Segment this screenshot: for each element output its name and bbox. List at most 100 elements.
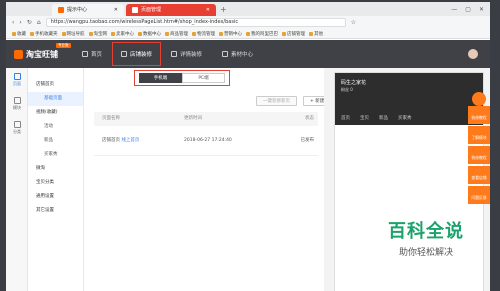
rail-item-category[interactable]: 分类 bbox=[6, 116, 28, 140]
folder-icon bbox=[111, 31, 115, 36]
bookmark-item[interactable]: 网址导航 bbox=[61, 31, 85, 37]
tab-prompt-center[interactable]: 提示中心 ✕ bbox=[52, 4, 124, 16]
status-cell: 已发布 bbox=[300, 138, 315, 143]
folder-icon bbox=[165, 31, 169, 36]
rail-label: 模块 bbox=[13, 105, 21, 110]
folder-icon bbox=[309, 31, 313, 36]
bookmark-label: 淘宝网 bbox=[93, 31, 108, 37]
online-home-link[interactable]: 线上首页 bbox=[121, 138, 139, 143]
rail-label: 页面 bbox=[13, 81, 21, 86]
icon-rail: 页面 模块 分类 bbox=[6, 68, 28, 291]
url-input[interactable]: https://wangpu.taobao.com/wirelessPageLi… bbox=[45, 18, 346, 27]
nav-home[interactable]: 首页 bbox=[72, 40, 112, 68]
rail-item-pages[interactable]: 页面 bbox=[6, 68, 28, 92]
tool-modules[interactable]: 了解模块 bbox=[468, 126, 490, 144]
logo-text: 淘宝旺铺 bbox=[26, 49, 58, 59]
close-icon[interactable]: ✕ bbox=[114, 4, 118, 16]
refresh-icon[interactable]: ↻ bbox=[27, 19, 32, 26]
watermark-title: 百科全说 bbox=[388, 221, 464, 242]
nav-shop-decoration[interactable]: 店铺装修 bbox=[112, 42, 162, 66]
back-icon[interactable]: ‹ bbox=[12, 19, 14, 26]
tool-feedback[interactable]: 问题反馈 bbox=[468, 186, 490, 204]
bookmarks-bar: 收藏 手机收藏夹 网址导航 淘宝网 卖家中心 数据中心 商品管理 物流管理 营销中心 我的阿里巴巴… bbox=[6, 29, 490, 39]
tool-view-shop[interactable]: 查看店铺 bbox=[468, 166, 490, 184]
sidebar-item-other[interactable]: 其它设置 bbox=[28, 204, 83, 218]
folder-icon bbox=[30, 31, 34, 36]
logo-mark-icon bbox=[14, 49, 23, 59]
nav-label: 素材中心 bbox=[231, 52, 254, 58]
bookmark-item[interactable]: 淘宝网 bbox=[88, 31, 108, 37]
bookmark-label: 网址导航 bbox=[66, 31, 85, 37]
folder-icon bbox=[138, 31, 142, 36]
sidebar-item-activity[interactable]: 活动 bbox=[28, 120, 83, 134]
table-row[interactable]: 店铺首页 线上首页 2018-06-27 17:24:40 已发布 bbox=[94, 126, 318, 156]
bookmark-item[interactable]: 物流管理 bbox=[192, 31, 215, 37]
bookmark-label: 卖家中心 bbox=[116, 31, 134, 37]
watermark-subtitle: 助你轻松解决 bbox=[398, 248, 453, 258]
device-toggle: 手机端 PC端 bbox=[134, 70, 230, 86]
sidebar-item-general[interactable]: 通用设置 bbox=[28, 190, 83, 204]
close-icon[interactable]: ✕ bbox=[206, 4, 210, 16]
close-window-icon[interactable]: ✕ bbox=[479, 4, 484, 16]
bookmark-item[interactable]: 手机收藏夹 bbox=[30, 31, 58, 37]
tab-label: 提示中心 bbox=[67, 7, 88, 13]
nav-label: 店铺装修 bbox=[130, 52, 153, 58]
folder-icon bbox=[219, 31, 223, 36]
sidebar-item-basic-page[interactable]: 基础页面 bbox=[28, 92, 83, 106]
nav-material-center[interactable]: 素材中心 bbox=[212, 40, 263, 68]
window-controls: — ▢ ✕ bbox=[451, 4, 490, 16]
nav-detail-decoration[interactable]: 详情装修 bbox=[161, 40, 212, 68]
bookmark-item[interactable]: 其他 bbox=[309, 31, 323, 37]
home-icon[interactable]: ⌂ bbox=[37, 19, 41, 26]
mascot-icon[interactable] bbox=[472, 92, 486, 106]
help-toolbar: 装修教程 了解模块 装修教程 查看店铺 问题反馈 bbox=[468, 106, 490, 204]
avatar[interactable] bbox=[468, 49, 478, 59]
new-tab-icon[interactable]: + bbox=[220, 4, 227, 16]
folder-icon bbox=[61, 31, 66, 36]
rail-item-modules[interactable]: 模块 bbox=[6, 92, 28, 116]
one-click-decorate-button[interactable]: 一键装修新页 bbox=[256, 96, 297, 106]
bookmark-label: 数据中心 bbox=[143, 31, 161, 37]
bookmark-item[interactable]: 卖家中心 bbox=[111, 31, 134, 37]
app-logo[interactable]: 淘宝旺铺 专业版 bbox=[6, 43, 72, 60]
shop-tab: 买家秀 bbox=[398, 116, 412, 121]
header-cell: 页面名称 bbox=[102, 116, 120, 121]
sidebar-item-buyer-show[interactable]: 买家秀 bbox=[28, 148, 83, 162]
forward-icon[interactable]: › bbox=[19, 19, 21, 26]
header-cell: 状态 bbox=[305, 116, 314, 121]
folder-icon bbox=[282, 31, 286, 36]
maximize-icon[interactable]: ▢ bbox=[465, 4, 471, 16]
shop-fans: 粉丝 0 bbox=[341, 87, 353, 92]
tab-page-manage[interactable]: 页面管理 ✕ bbox=[126, 4, 216, 16]
header-cell: 更新时间 bbox=[184, 116, 202, 121]
sidebar-item-video[interactable]: 视频(收藏) bbox=[28, 106, 83, 120]
bookmark-label: 其他 bbox=[314, 31, 323, 37]
tab-label: 页面管理 bbox=[141, 7, 162, 13]
tool-tutorial-2[interactable]: 装修教程 bbox=[468, 146, 490, 164]
sidebar-item-new[interactable]: 新品 bbox=[28, 134, 83, 148]
folder-icon bbox=[192, 31, 196, 36]
bookmark-item[interactable]: 数据中心 bbox=[138, 31, 161, 37]
toggle-mobile-button[interactable]: 手机端 bbox=[139, 73, 182, 83]
tab-favicon-icon bbox=[132, 7, 138, 13]
bookmark-label: 商品管理 bbox=[170, 31, 188, 37]
bookmark-item[interactable]: 营销中心 bbox=[219, 31, 242, 37]
minimize-icon[interactable]: — bbox=[451, 4, 457, 16]
bookmark-item[interactable]: 我的阿里巴巴 bbox=[246, 31, 278, 37]
shop-header-preview[interactable]: 码生之家花 粉丝 0 首页 宝贝 新品 买家秀 bbox=[335, 73, 483, 125]
bookmark-label: 手机收藏夹 bbox=[35, 31, 58, 37]
sidebar-item-weitao[interactable]: 微淘 bbox=[28, 162, 83, 176]
shop-name: 码生之家花 bbox=[341, 80, 367, 86]
bookmark-item[interactable]: 店铺管理 bbox=[282, 31, 305, 37]
bookmark-item[interactable]: 收藏 bbox=[12, 31, 26, 37]
tool-tutorial[interactable]: 装修教程 bbox=[468, 106, 490, 124]
toggle-pc-button[interactable]: PC端 bbox=[182, 73, 225, 83]
sidebar-item-category[interactable]: 宝贝分类 bbox=[28, 176, 83, 190]
folder-icon bbox=[12, 31, 16, 36]
sidebar-item-shop-home[interactable]: 店铺首页 bbox=[28, 78, 83, 92]
decoration-icon bbox=[121, 51, 128, 57]
star-icon[interactable]: ☆ bbox=[351, 19, 356, 26]
bookmark-item[interactable]: 商品管理 bbox=[165, 31, 188, 37]
bookmark-label: 营销中心 bbox=[224, 31, 242, 37]
page-name-cell: 店铺首页 线上首页 bbox=[94, 126, 184, 155]
